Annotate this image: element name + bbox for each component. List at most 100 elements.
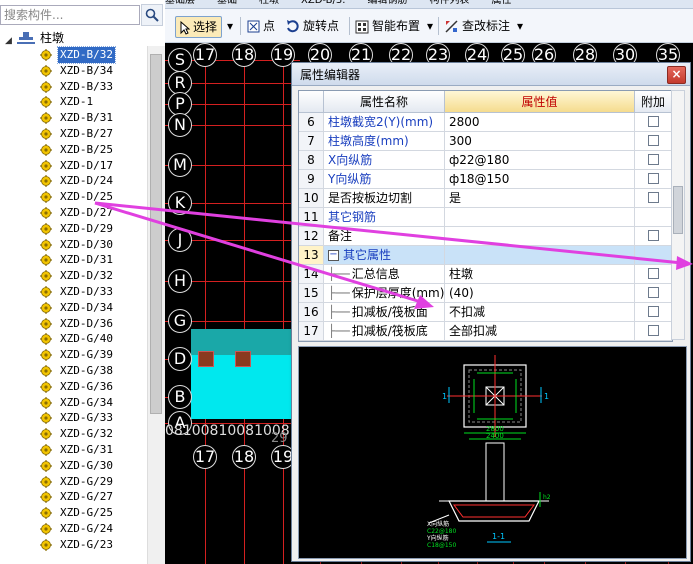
rotate-point-button[interactable]: 旋转点 [285, 16, 339, 36]
top-strip-item[interactable]: 柱墩 [259, 0, 279, 6]
tree-item[interactable]: XZD-D/30 [0, 237, 147, 253]
select-dropdown-arrow[interactable]: ▾ [227, 16, 233, 36]
top-strip-item[interactable]: 构件列表 [429, 0, 469, 6]
axis-label-left[interactable]: M [168, 153, 192, 177]
property-value-cell[interactable] [445, 246, 635, 265]
property-row[interactable]: 7 柱墩高度(mm) 300 [299, 132, 672, 151]
tree-item[interactable]: XZD-G/31 [0, 442, 147, 458]
property-value-cell[interactable]: 全部扣减 [445, 322, 635, 341]
tree-item[interactable]: XZD-G/32 [0, 426, 147, 442]
property-row[interactable]: 14 ├── 汇总信息 柱墩 [299, 265, 672, 284]
header-property-name[interactable]: 属性名称 [324, 91, 445, 113]
search-button[interactable] [141, 4, 163, 26]
property-value-cell[interactable]: 2800 [445, 113, 635, 132]
tree-item[interactable]: XZD-D/27 [0, 205, 147, 221]
smart-layout-button[interactable]: 智能布置 [355, 16, 420, 36]
pier-element[interactable] [198, 351, 214, 367]
attach-checkbox[interactable] [648, 154, 659, 165]
pier-element[interactable] [235, 351, 251, 367]
edit-annotation-dropdown-arrow[interactable]: ▾ [517, 16, 523, 36]
axis-label-top[interactable]: 18 [232, 43, 256, 67]
tree-scrollbar[interactable] [147, 46, 165, 564]
top-strip-item[interactable]: 基础 [217, 0, 237, 6]
tree-item[interactable]: XZD-G/38 [0, 363, 147, 379]
property-value-cell[interactable]: (40) [445, 284, 635, 303]
header-attach[interactable]: 附加 [635, 91, 672, 113]
search-input[interactable]: 搜索构件... [0, 5, 140, 25]
tree-item[interactable]: XZD-G/40 [0, 331, 147, 347]
tree-item[interactable]: XZD-G/39 [0, 347, 147, 363]
tree-item[interactable]: XZD-B/32 [0, 46, 147, 64]
edit-annotation-button[interactable]: 查改标注 [444, 16, 510, 36]
top-strip-item[interactable]: 属性 [491, 0, 511, 6]
property-row[interactable]: 10 是否按板边切割 是 [299, 189, 672, 208]
tree-item[interactable]: XZD-D/34 [0, 300, 147, 316]
property-scrollbar[interactable] [671, 90, 685, 340]
property-value-cell[interactable] [445, 208, 635, 227]
attach-checkbox[interactable] [648, 116, 659, 127]
tree-item[interactable]: XZD-D/32 [0, 268, 147, 284]
top-strip-item[interactable]: 编辑钢筋 [367, 0, 407, 6]
point-button[interactable]: 点 [247, 16, 275, 36]
attach-checkbox[interactable] [648, 173, 659, 184]
axis-label-left[interactable]: B [168, 385, 192, 409]
property-value-cell[interactable]: 柱墩 [445, 265, 635, 284]
tree-item[interactable]: XZD-G/29 [0, 474, 147, 490]
property-row[interactable]: 17 ├── 扣减板/筏板底 全部扣减 [299, 322, 672, 341]
tree-item[interactable]: XZD-D/29 [0, 221, 147, 237]
attach-checkbox[interactable] [648, 192, 659, 203]
attach-checkbox[interactable] [648, 287, 659, 298]
property-value-cell[interactable]: ф18@150 [445, 170, 635, 189]
axis-label-left[interactable]: G [168, 309, 192, 333]
axis-label-bottom[interactable]: 17 [193, 445, 217, 469]
header-property-value[interactable]: 属性值 [445, 91, 635, 113]
tree-item[interactable]: XZD-B/25 [0, 142, 147, 158]
tree-item[interactable]: XZD-D/25 [0, 189, 147, 205]
tree-item[interactable]: XZD-D/17 [0, 158, 147, 174]
property-value-cell[interactable]: 300 [445, 132, 635, 151]
attach-checkbox[interactable] [648, 306, 659, 317]
tree-item[interactable]: XZD-B/34 [0, 63, 147, 79]
top-strip-item[interactable]: XZD-B/3. [301, 0, 345, 6]
property-row[interactable]: 9 Y向纵筋 ф18@150 [299, 170, 672, 189]
axis-label-left[interactable]: S [168, 48, 192, 72]
top-strip-item[interactable]: 基础层 [165, 0, 195, 6]
property-row[interactable]: 8 X向纵筋 ф22@180 [299, 151, 672, 170]
collapse-icon[interactable]: − [328, 250, 339, 261]
tree-item[interactable]: XZD-G/30 [0, 458, 147, 474]
property-row[interactable]: 12 备注 [299, 227, 672, 246]
property-row[interactable]: 16 ├── 扣减板/筏板面 不扣减 [299, 303, 672, 322]
property-value-cell[interactable]: ф22@180 [445, 151, 635, 170]
tree-item[interactable]: XZD-B/27 [0, 126, 147, 142]
select-button[interactable]: 选择 [175, 16, 223, 38]
axis-label-left[interactable]: J [168, 228, 192, 252]
property-row[interactable]: 15 ├── 保护层厚度(mm) (40) [299, 284, 672, 303]
tree-item[interactable]: XZD-D/36 [0, 316, 147, 332]
tree-item[interactable]: XZD-B/31 [0, 110, 147, 126]
tree-item[interactable]: XZD-1 [0, 94, 147, 110]
property-row[interactable]: 6 柱墩截宽2(Y)(mm) 2800 [299, 113, 672, 132]
attach-checkbox[interactable] [648, 268, 659, 279]
close-button[interactable]: × [667, 66, 686, 84]
tree-item[interactable]: XZD-D/33 [0, 284, 147, 300]
axis-label-top[interactable]: 17 [193, 43, 217, 67]
axis-label-left[interactable]: H [168, 269, 192, 293]
tree-item[interactable]: XZD-G/36 [0, 379, 147, 395]
tree-item[interactable]: XZD-G/33 [0, 410, 147, 426]
axis-label-left[interactable]: D [168, 347, 192, 371]
property-row[interactable]: 11 其它钢筋 [299, 208, 672, 227]
tree-root-zhudun[interactable]: ◢ 柱墩 [0, 30, 147, 46]
tree-item[interactable]: XZD-G/25 [0, 505, 147, 521]
scrollbar-thumb[interactable] [150, 54, 162, 414]
attach-checkbox[interactable] [648, 230, 659, 241]
tree-item[interactable]: XZD-D/24 [0, 173, 147, 189]
tree-item[interactable]: XZD-G/27 [0, 489, 147, 505]
axis-label-bottom[interactable]: 18 [232, 445, 256, 469]
property-group-row[interactable]: 13− 其它属性 [299, 246, 672, 265]
tree-item[interactable]: XZD-B/33 [0, 79, 147, 95]
property-value-cell[interactable]: 不扣减 [445, 303, 635, 322]
axis-label-left[interactable]: K [168, 191, 192, 215]
tree-item[interactable]: XZD-G/23 [0, 537, 147, 553]
axis-label-left[interactable]: N [168, 113, 192, 137]
attach-checkbox[interactable] [648, 135, 659, 146]
